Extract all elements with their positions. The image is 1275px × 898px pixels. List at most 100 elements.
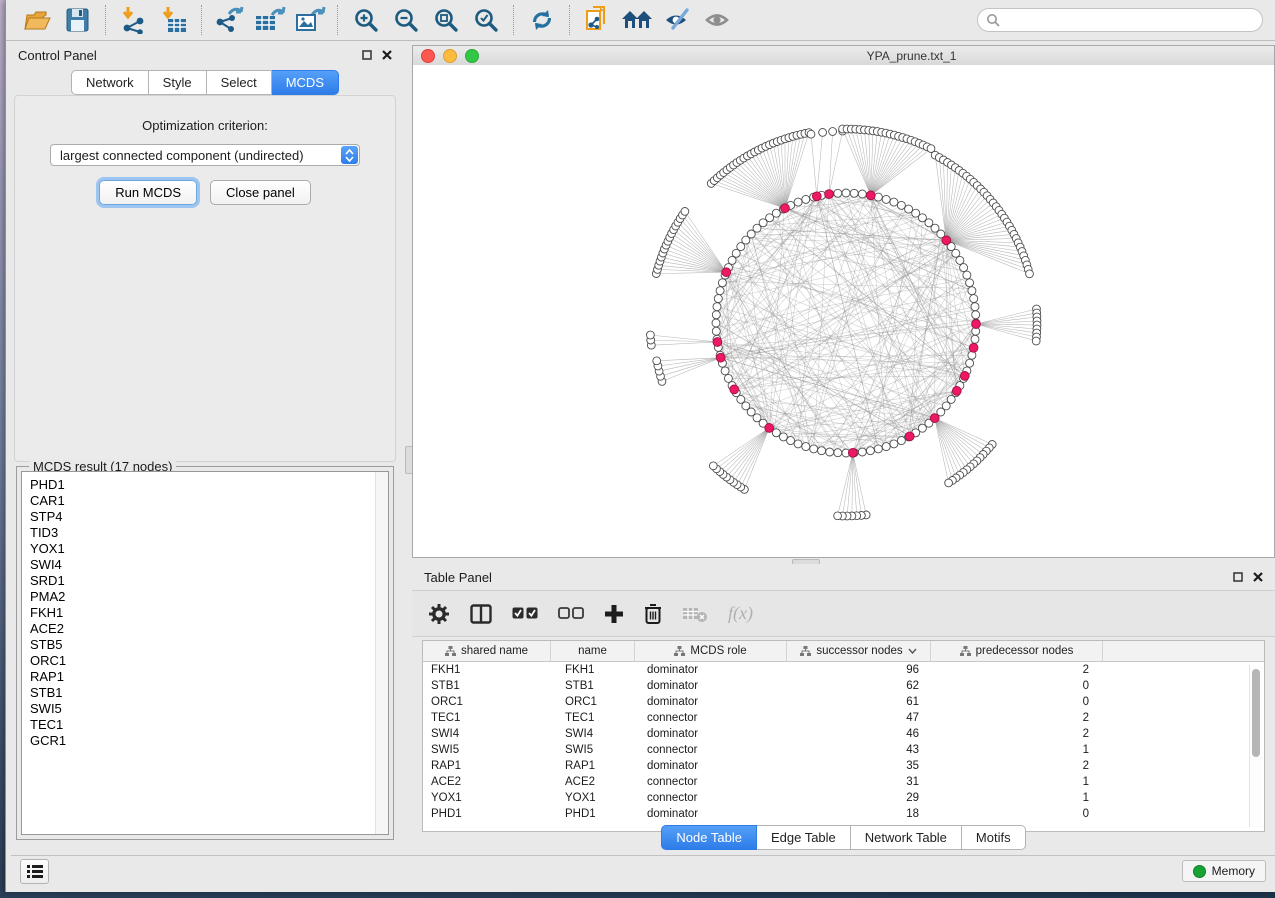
table-tabs: Node Table Edge Table Network Table Moti… (412, 825, 1275, 850)
table-row[interactable]: SWI5SWI5connector431 (423, 742, 1264, 758)
mcds-result-item[interactable]: ACE2 (30, 621, 388, 637)
search-input[interactable] (1000, 12, 1254, 28)
table-row[interactable]: TEC1TEC1connector472 (423, 710, 1264, 726)
export-table-button[interactable] (250, 3, 290, 37)
table-row[interactable]: ACE2ACE2connector311 (423, 774, 1264, 790)
mcds-result-item[interactable]: SWI5 (30, 701, 388, 717)
zoom-in-button[interactable] (346, 3, 386, 37)
mcds-result-item[interactable]: RAP1 (30, 669, 388, 685)
column-header-successor-nodes[interactable]: successor nodes (787, 641, 931, 661)
mcds-result-item[interactable]: STB5 (30, 637, 388, 653)
deselect-all-rows-icon[interactable] (558, 607, 584, 620)
network-canvas[interactable] (413, 65, 1274, 557)
save-session-button[interactable] (58, 3, 98, 37)
add-column-icon[interactable] (604, 604, 624, 624)
task-history-button[interactable] (20, 859, 49, 884)
mcds-result-list[interactable]: PHD1CAR1STP4TID3YOX1SWI4SRD1PMA2FKH1ACE2… (21, 471, 389, 835)
tab-motifs[interactable]: Motifs (962, 825, 1026, 850)
export-image-button[interactable] (290, 3, 330, 37)
tab-mcds[interactable]: MCDS (272, 70, 339, 95)
column-header-shared-name[interactable]: shared name (423, 641, 551, 661)
delete-column-trash-icon[interactable] (644, 603, 662, 625)
export-network-button[interactable] (210, 3, 250, 37)
network-column-icon (960, 646, 971, 656)
import-table-button[interactable] (154, 3, 194, 37)
mcds-result-item[interactable]: ORC1 (30, 653, 388, 669)
tab-network[interactable]: Network (71, 70, 149, 95)
table-row[interactable]: SWI4SWI4dominator462 (423, 726, 1264, 742)
mcds-result-item[interactable]: STB1 (30, 685, 388, 701)
node-table: shared name name MCDS role successor nod… (422, 640, 1265, 832)
open-session-button[interactable] (18, 3, 58, 37)
tab-edge-table[interactable]: Edge Table (757, 825, 851, 850)
tab-select[interactable]: Select (207, 70, 272, 95)
float-table-panel-icon[interactable] (1233, 572, 1243, 582)
search-icon (986, 13, 1000, 27)
mcds-list-scrollbar[interactable] (375, 472, 388, 834)
memory-button[interactable]: Memory (1182, 860, 1266, 882)
clone-network-button[interactable] (578, 3, 618, 37)
table-cell: 1 (931, 776, 1103, 788)
close-window-icon[interactable] (421, 49, 435, 63)
show-column-panel-icon[interactable] (470, 604, 492, 624)
mcds-result-item[interactable]: PHD1 (30, 477, 388, 493)
table-row[interactable]: YOX1YOX1connector291 (423, 790, 1264, 806)
table-row[interactable]: ORC1ORC1dominator610 (423, 694, 1264, 710)
tab-network-table[interactable]: Network Table (851, 825, 962, 850)
mcds-result-item[interactable]: PMA2 (30, 589, 388, 605)
close-panel-button[interactable]: Close panel (210, 180, 311, 205)
mcds-result-item[interactable]: FKH1 (30, 605, 388, 621)
table-row[interactable]: RAP1RAP1dominator352 (423, 758, 1264, 774)
table-scrollbar[interactable] (1249, 665, 1262, 827)
minimize-window-icon[interactable] (443, 49, 457, 63)
float-panel-icon[interactable] (362, 50, 372, 60)
table-row[interactable]: PHD1PHD1dominator180 (423, 806, 1264, 822)
network-view-frame: YPA_prune.txt_1 (412, 45, 1275, 558)
column-header-name[interactable]: name (551, 641, 635, 661)
table-cell: 2 (931, 760, 1103, 772)
maximize-window-icon[interactable] (465, 49, 479, 63)
table-cell: STB1 (551, 680, 635, 692)
table-scrollbar-thumb[interactable] (1252, 669, 1260, 757)
import-network-button[interactable] (114, 3, 154, 37)
run-mcds-button[interactable]: Run MCDS (99, 180, 197, 205)
refresh-layout-button[interactable] (522, 3, 562, 37)
first-neighbors-button[interactable] (618, 3, 658, 37)
select-all-rows-icon[interactable] (512, 607, 538, 620)
zoom-out-button[interactable] (386, 3, 426, 37)
mcds-result-item[interactable]: SWI4 (30, 557, 388, 573)
function-builder-icon[interactable]: f(x) (728, 603, 753, 624)
optimization-criterion-select[interactable]: largest connected component (undirected) (50, 144, 360, 166)
hide-selected-button[interactable] (658, 3, 698, 37)
tab-node-table[interactable]: Node Table (661, 825, 757, 850)
zoom-selected-button[interactable] (466, 3, 506, 37)
table-cell: 2 (931, 728, 1103, 740)
table-row[interactable]: FKH1FKH1dominator962 (423, 662, 1264, 678)
table-settings-gear-icon[interactable] (428, 603, 450, 625)
delete-table-icon[interactable] (682, 605, 708, 623)
mcds-result-item[interactable]: CAR1 (30, 493, 388, 509)
mcds-result-item[interactable]: YOX1 (30, 541, 388, 557)
table-cell: 96 (787, 664, 931, 676)
column-header-predecessor-nodes[interactable]: predecessor nodes (931, 641, 1103, 661)
table-cell: dominator (635, 696, 787, 708)
mcds-result-item[interactable]: SRD1 (30, 573, 388, 589)
table-cell: SWI5 (423, 744, 551, 756)
close-panel-icon[interactable] (382, 50, 392, 60)
mcds-result-item[interactable]: STP4 (30, 509, 388, 525)
network-column-icon (445, 646, 456, 656)
table-cell: SWI4 (423, 728, 551, 740)
table-cell: 62 (787, 680, 931, 692)
mcds-result-item[interactable]: TEC1 (30, 717, 388, 733)
eye-icon (703, 8, 733, 32)
toolbar-search[interactable] (977, 8, 1263, 32)
tab-style[interactable]: Style (149, 70, 207, 95)
table-row[interactable]: STB1STB1dominator620 (423, 678, 1264, 694)
zoom-fit-button[interactable] (426, 3, 466, 37)
network-frame-titlebar[interactable]: YPA_prune.txt_1 (413, 46, 1274, 66)
mcds-result-item[interactable]: GCR1 (30, 733, 388, 749)
mcds-result-item[interactable]: TID3 (30, 525, 388, 541)
show-hidden-button[interactable] (698, 3, 738, 37)
close-table-panel-icon[interactable] (1253, 572, 1263, 582)
column-header-mcds-role[interactable]: MCDS role (635, 641, 787, 661)
